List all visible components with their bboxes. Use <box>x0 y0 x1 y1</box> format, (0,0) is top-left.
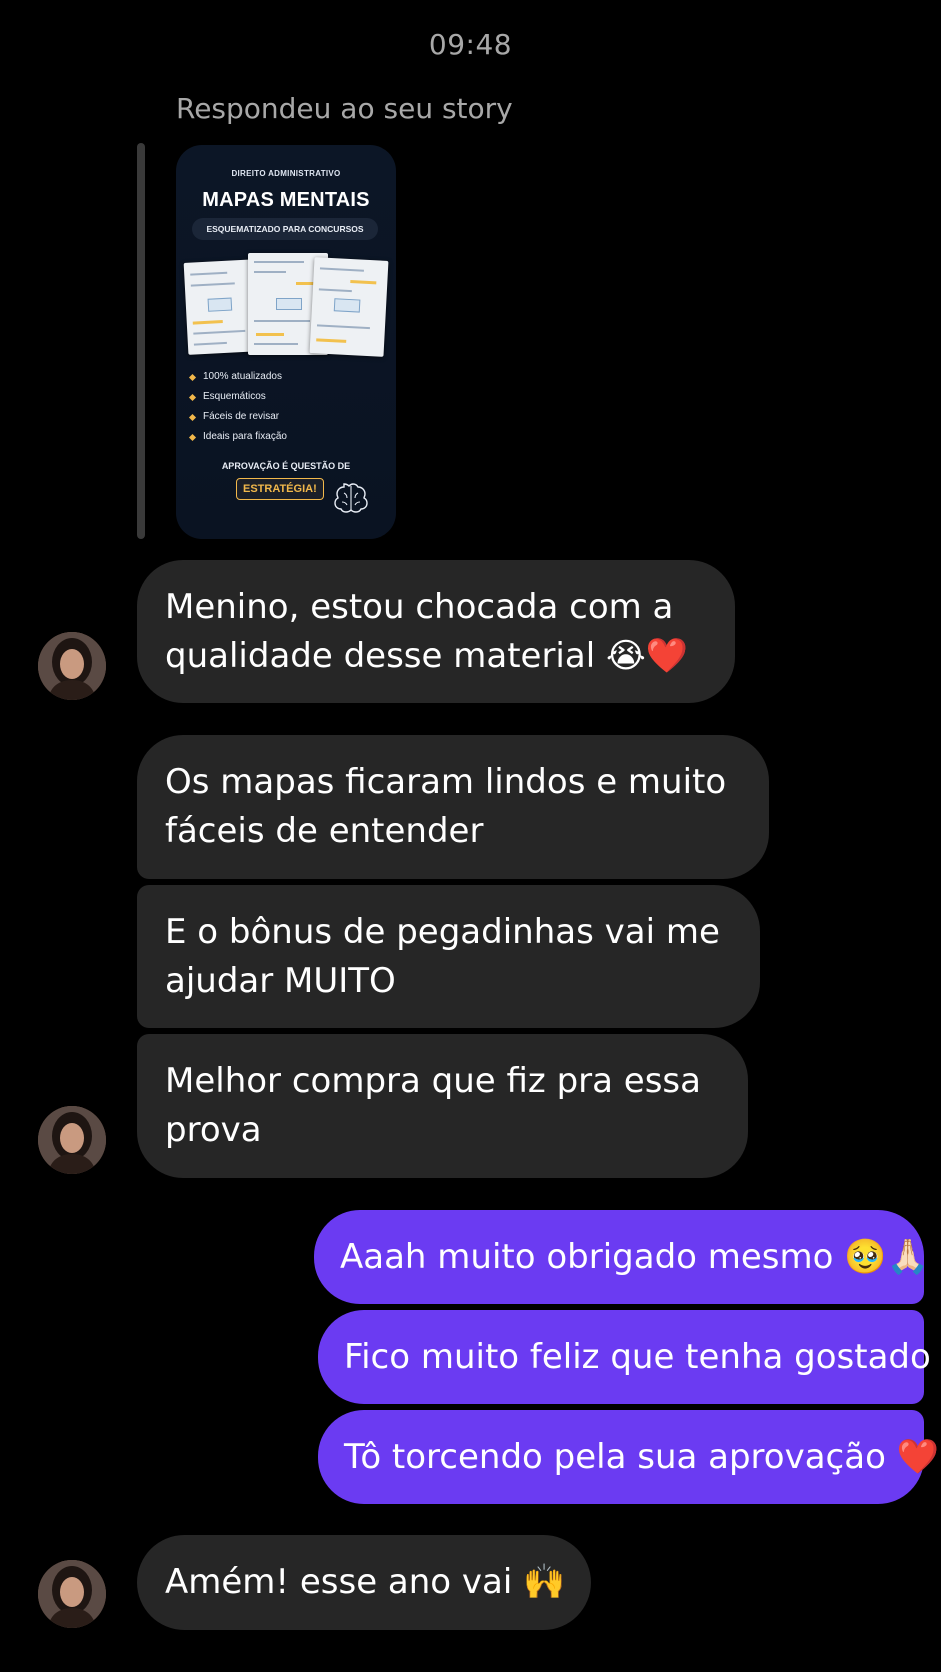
outgoing-message[interactable]: Tô torcendo pela sua aprovação ❤️ <box>318 1410 939 1504</box>
story-feature-item: 100% atualizados <box>188 367 287 387</box>
outgoing-message[interactable]: Fico muito feliz que tenha gostado <box>318 1310 931 1404</box>
incoming-message[interactable]: Os mapas ficaram lindos e muito fáceis d… <box>137 735 769 879</box>
story-badge: ESTRATÉGIA! <box>236 478 324 500</box>
story-kicker: DIREITO ADMINISTRATIVO <box>231 169 341 178</box>
mind-map-sheets <box>183 253 389 361</box>
bullet-icon <box>188 393 197 401</box>
brain-icon <box>334 483 368 513</box>
message-timestamp: 09:48 <box>428 28 513 61</box>
story-feature-item: Fáceis de revisar <box>188 407 287 427</box>
contact-avatar[interactable] <box>38 1560 106 1628</box>
avatar-photo-icon <box>38 1106 106 1174</box>
story-reply-caption: Respondeu ao seu story <box>176 92 513 125</box>
story-title: MAPAS MENTAIS <box>202 189 370 211</box>
bullet-icon <box>188 373 197 381</box>
incoming-message[interactable]: Menino, estou chocada com a qualidade de… <box>137 560 735 703</box>
incoming-message[interactable]: Amém! esse ano vai 🙌 <box>137 1535 591 1630</box>
story-feature-item: Esquemáticos <box>188 387 287 407</box>
bullet-icon <box>188 433 197 441</box>
incoming-message[interactable]: Melhor compra que fiz pra essa prova <box>137 1034 748 1178</box>
story-preview-card[interactable]: DIREITO ADMINISTRATIVO MAPAS MENTAIS ESQ… <box>176 145 396 539</box>
story-feature-item: Ideais para fixação <box>188 427 287 447</box>
avatar-photo-icon <box>38 632 106 700</box>
story-feature-list: 100% atualizados Esquemáticos Fáceis de … <box>188 367 287 447</box>
avatar-photo-icon <box>38 1560 106 1628</box>
reply-indicator-bar <box>137 143 145 539</box>
contact-avatar[interactable] <box>38 632 106 700</box>
story-subtitle: ESQUEMATIZADO PARA CONCURSOS <box>192 218 378 240</box>
outgoing-message[interactable]: Aaah muito obrigado mesmo 🥹🙏🏻 <box>314 1210 929 1304</box>
incoming-message[interactable]: E o bônus de pegadinhas vai me ajudar MU… <box>137 885 760 1028</box>
contact-avatar[interactable] <box>38 1106 106 1174</box>
story-cta: APROVAÇÃO É QUESTÃO DE <box>221 461 351 471</box>
bullet-icon <box>188 413 197 421</box>
